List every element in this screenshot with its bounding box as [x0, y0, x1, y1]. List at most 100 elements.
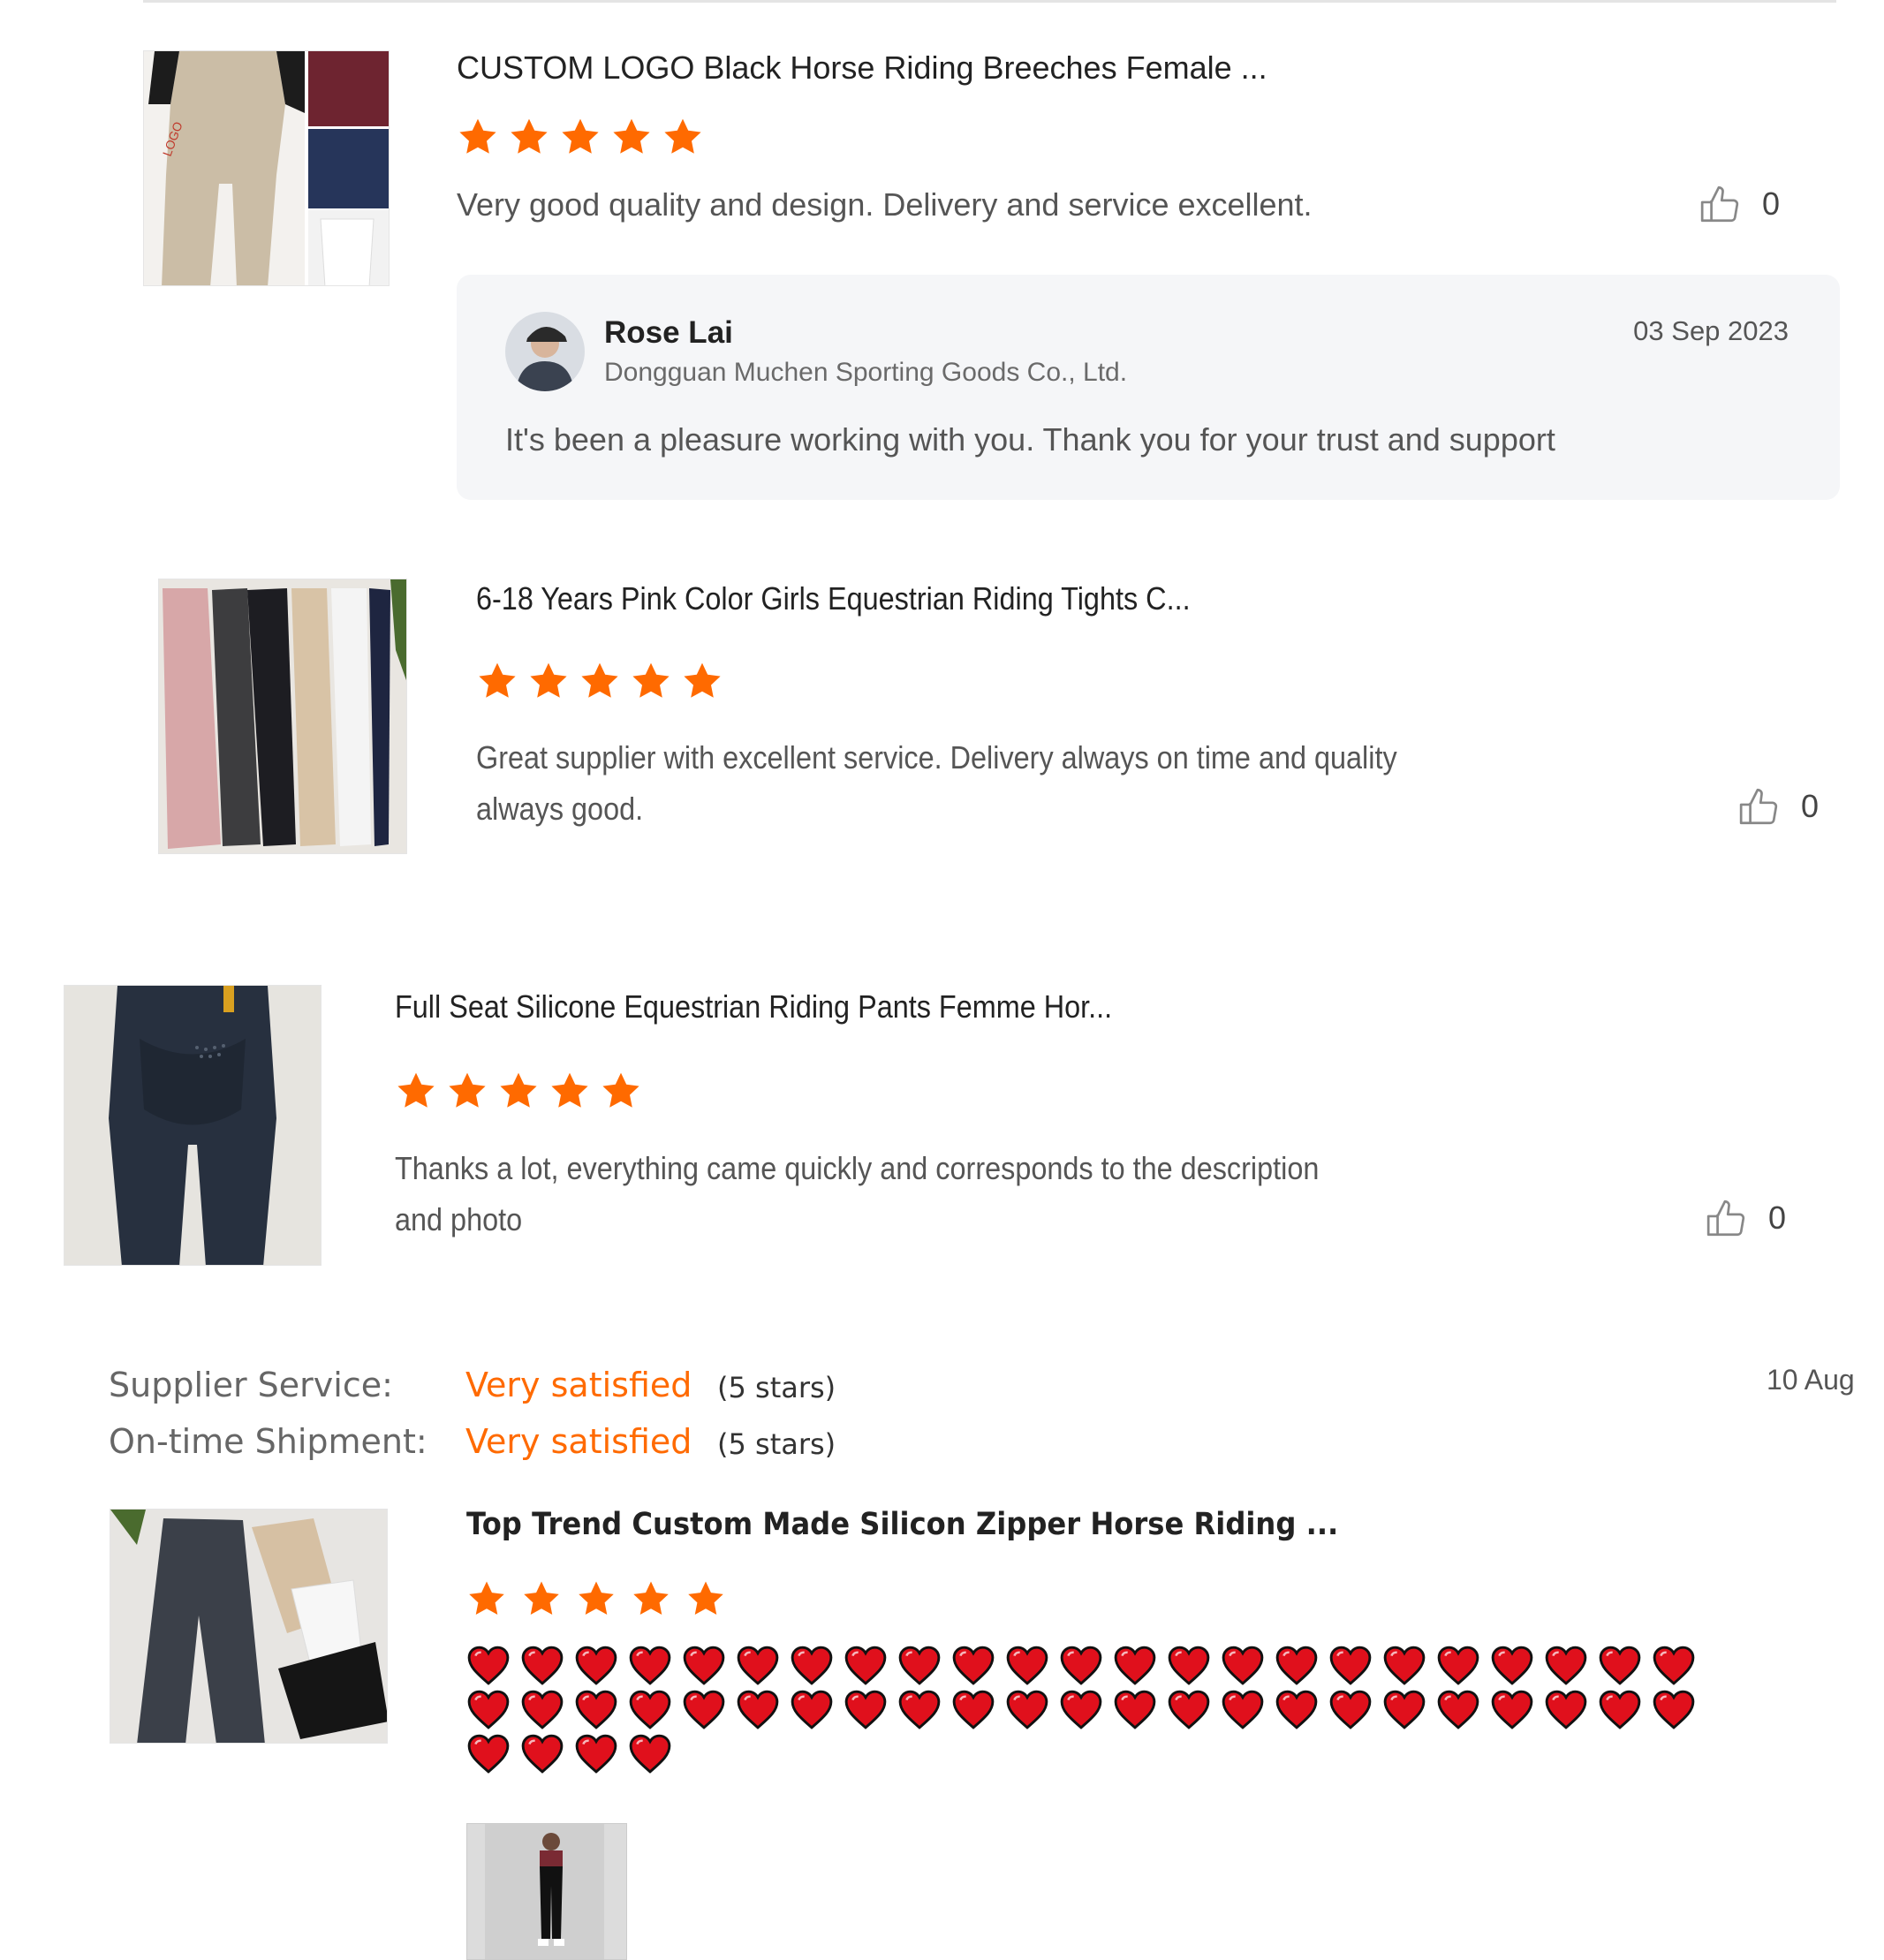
product-thumbnail[interactable]: [64, 985, 322, 1266]
avatar: [505, 312, 585, 391]
like-button[interactable]: 0: [1705, 1196, 1786, 1240]
supplier-service-label: Supplier Service:: [109, 1366, 393, 1404]
product-title[interactable]: CUSTOM LOGO Black Horse Riding Breeches …: [457, 49, 1267, 87]
heart-emoji-icon: [1545, 1690, 1587, 1729]
review-photo-thumbnail[interactable]: [466, 1823, 627, 1960]
heart-emoji-icon: [1437, 1646, 1479, 1685]
heart-emoji-icon: [521, 1646, 564, 1685]
heart-emoji-icon: [844, 1646, 887, 1685]
star-rating: [476, 660, 723, 702]
heart-emoji-icon: [1060, 1646, 1102, 1685]
heart-emoji-icon: [575, 1690, 617, 1729]
product-thumbnail[interactable]: [158, 579, 407, 854]
heart-emoji-icon: [1114, 1646, 1156, 1685]
heart-emoji-icon: [467, 1646, 510, 1685]
heart-emoji-icon: [1599, 1646, 1641, 1685]
heart-emoji-icon: [1222, 1646, 1264, 1685]
heart-emoji-icon: [575, 1646, 617, 1685]
review-text: Thanks a lot, everything came quickly an…: [395, 1150, 1320, 1237]
heart-emoji-icon: [683, 1690, 725, 1729]
heart-emoji-icon: [952, 1690, 995, 1729]
like-button[interactable]: 0: [1737, 784, 1819, 829]
heart-emoji-review-text: [466, 1645, 1703, 1774]
like-count: 0: [1762, 185, 1781, 222]
review-date: 10 Aug: [1767, 1364, 1855, 1396]
product-thumbnail[interactable]: [110, 1509, 388, 1744]
heart-emoji-icon: [1060, 1690, 1102, 1729]
star-icon: [579, 1581, 614, 1616]
like-count: 0: [1801, 788, 1820, 824]
heart-emoji-icon: [629, 1734, 671, 1774]
avatar-image: [505, 312, 585, 391]
star-icon: [613, 118, 650, 154]
star-icon: [469, 1581, 504, 1616]
heart-emoji-icon: [1545, 1646, 1587, 1685]
reply-company-name: Dongguan Muchen Sporting Goods Co., Ltd.: [604, 358, 1128, 387]
shipment-value: Very satisfied: [465, 1422, 692, 1461]
heart-emoji-icon: [1114, 1690, 1156, 1729]
heart-emoji-icon: [575, 1734, 617, 1774]
heart-emoji-icon: [1653, 1690, 1695, 1729]
review-text: Great supplier with excellent service. D…: [476, 739, 1397, 827]
star-icon: [632, 662, 670, 698]
star-icon: [511, 118, 548, 154]
heart-emoji-icon: [1275, 1646, 1318, 1685]
heart-emoji-icon: [898, 1646, 941, 1685]
product-thumbnail[interactable]: LOGO: [143, 50, 390, 286]
tights-row-image: [159, 579, 406, 853]
star-icon: [562, 118, 599, 154]
product-title[interactable]: Top Trend Custom Made Silicon Zipper Hor…: [466, 1507, 1338, 1542]
heart-emoji-icon: [1168, 1690, 1210, 1729]
reply-date: 03 Sep 2023: [1633, 315, 1789, 346]
heart-emoji-icon: [1006, 1646, 1048, 1685]
heart-emoji-icon: [467, 1734, 510, 1774]
heart-emoji-icon: [683, 1646, 725, 1685]
star-icon: [449, 1072, 486, 1108]
star-icon: [581, 662, 618, 698]
star-icon: [524, 1581, 559, 1616]
heart-emoji-icon: [1491, 1690, 1533, 1729]
heart-emoji-icon: [791, 1690, 833, 1729]
zipper-pants-image: [110, 1510, 387, 1743]
star-icon: [664, 118, 701, 154]
heart-emoji-icon: [1491, 1646, 1533, 1685]
star-icon: [688, 1581, 723, 1616]
heart-emoji-icon: [1329, 1646, 1372, 1685]
like-count: 0: [1768, 1199, 1787, 1236]
heart-emoji-icon: [952, 1646, 995, 1685]
heart-emoji-icon: [521, 1690, 564, 1729]
product-title[interactable]: 6-18 Years Pink Color Girls Equestrian R…: [476, 580, 1191, 617]
like-button[interactable]: 0: [1699, 182, 1780, 226]
heart-emoji-icon: [737, 1690, 779, 1729]
star-rating: [457, 116, 704, 158]
heart-emoji-icon: [1383, 1690, 1426, 1729]
heart-emoji-icon: [1275, 1690, 1318, 1729]
heart-emoji-icon: [629, 1690, 671, 1729]
heart-emoji-icon: [1599, 1690, 1641, 1729]
star-icon: [530, 662, 567, 698]
star-icon: [479, 662, 516, 698]
heart-emoji-icon: [1653, 1646, 1695, 1685]
heart-emoji-icon: [1168, 1646, 1210, 1685]
star-icon: [602, 1072, 639, 1108]
star-icon: [397, 1072, 435, 1108]
heart-emoji-icon: [1222, 1690, 1264, 1729]
product-title[interactable]: Full Seat Silicone Equestrian Riding Pan…: [395, 988, 1112, 1025]
thumbs-up-icon: [1706, 1199, 1745, 1237]
heart-emoji-icon: [791, 1646, 833, 1685]
heart-emoji-icon: [1383, 1646, 1426, 1685]
mirror-selfie-image: [467, 1824, 626, 1959]
top-divider: [143, 0, 1836, 3]
star-icon: [684, 662, 721, 698]
heart-emoji-icon: [898, 1690, 941, 1729]
supplier-reply: Rose Lai Dongguan Muchen Sporting Goods …: [457, 275, 1840, 500]
riding-pants-image: [64, 986, 321, 1265]
heart-emoji-icon: [844, 1690, 887, 1729]
review-text: Very good quality and design. Delivery a…: [457, 186, 1313, 223]
star-icon: [633, 1581, 669, 1616]
heart-emoji-icon: [629, 1646, 671, 1685]
heart-emoji-icon: [1006, 1690, 1048, 1729]
thumbs-up-icon: [1739, 788, 1778, 825]
heart-emoji-icon: [1329, 1690, 1372, 1729]
supplier-service-stars: (5 stars): [717, 1371, 836, 1404]
